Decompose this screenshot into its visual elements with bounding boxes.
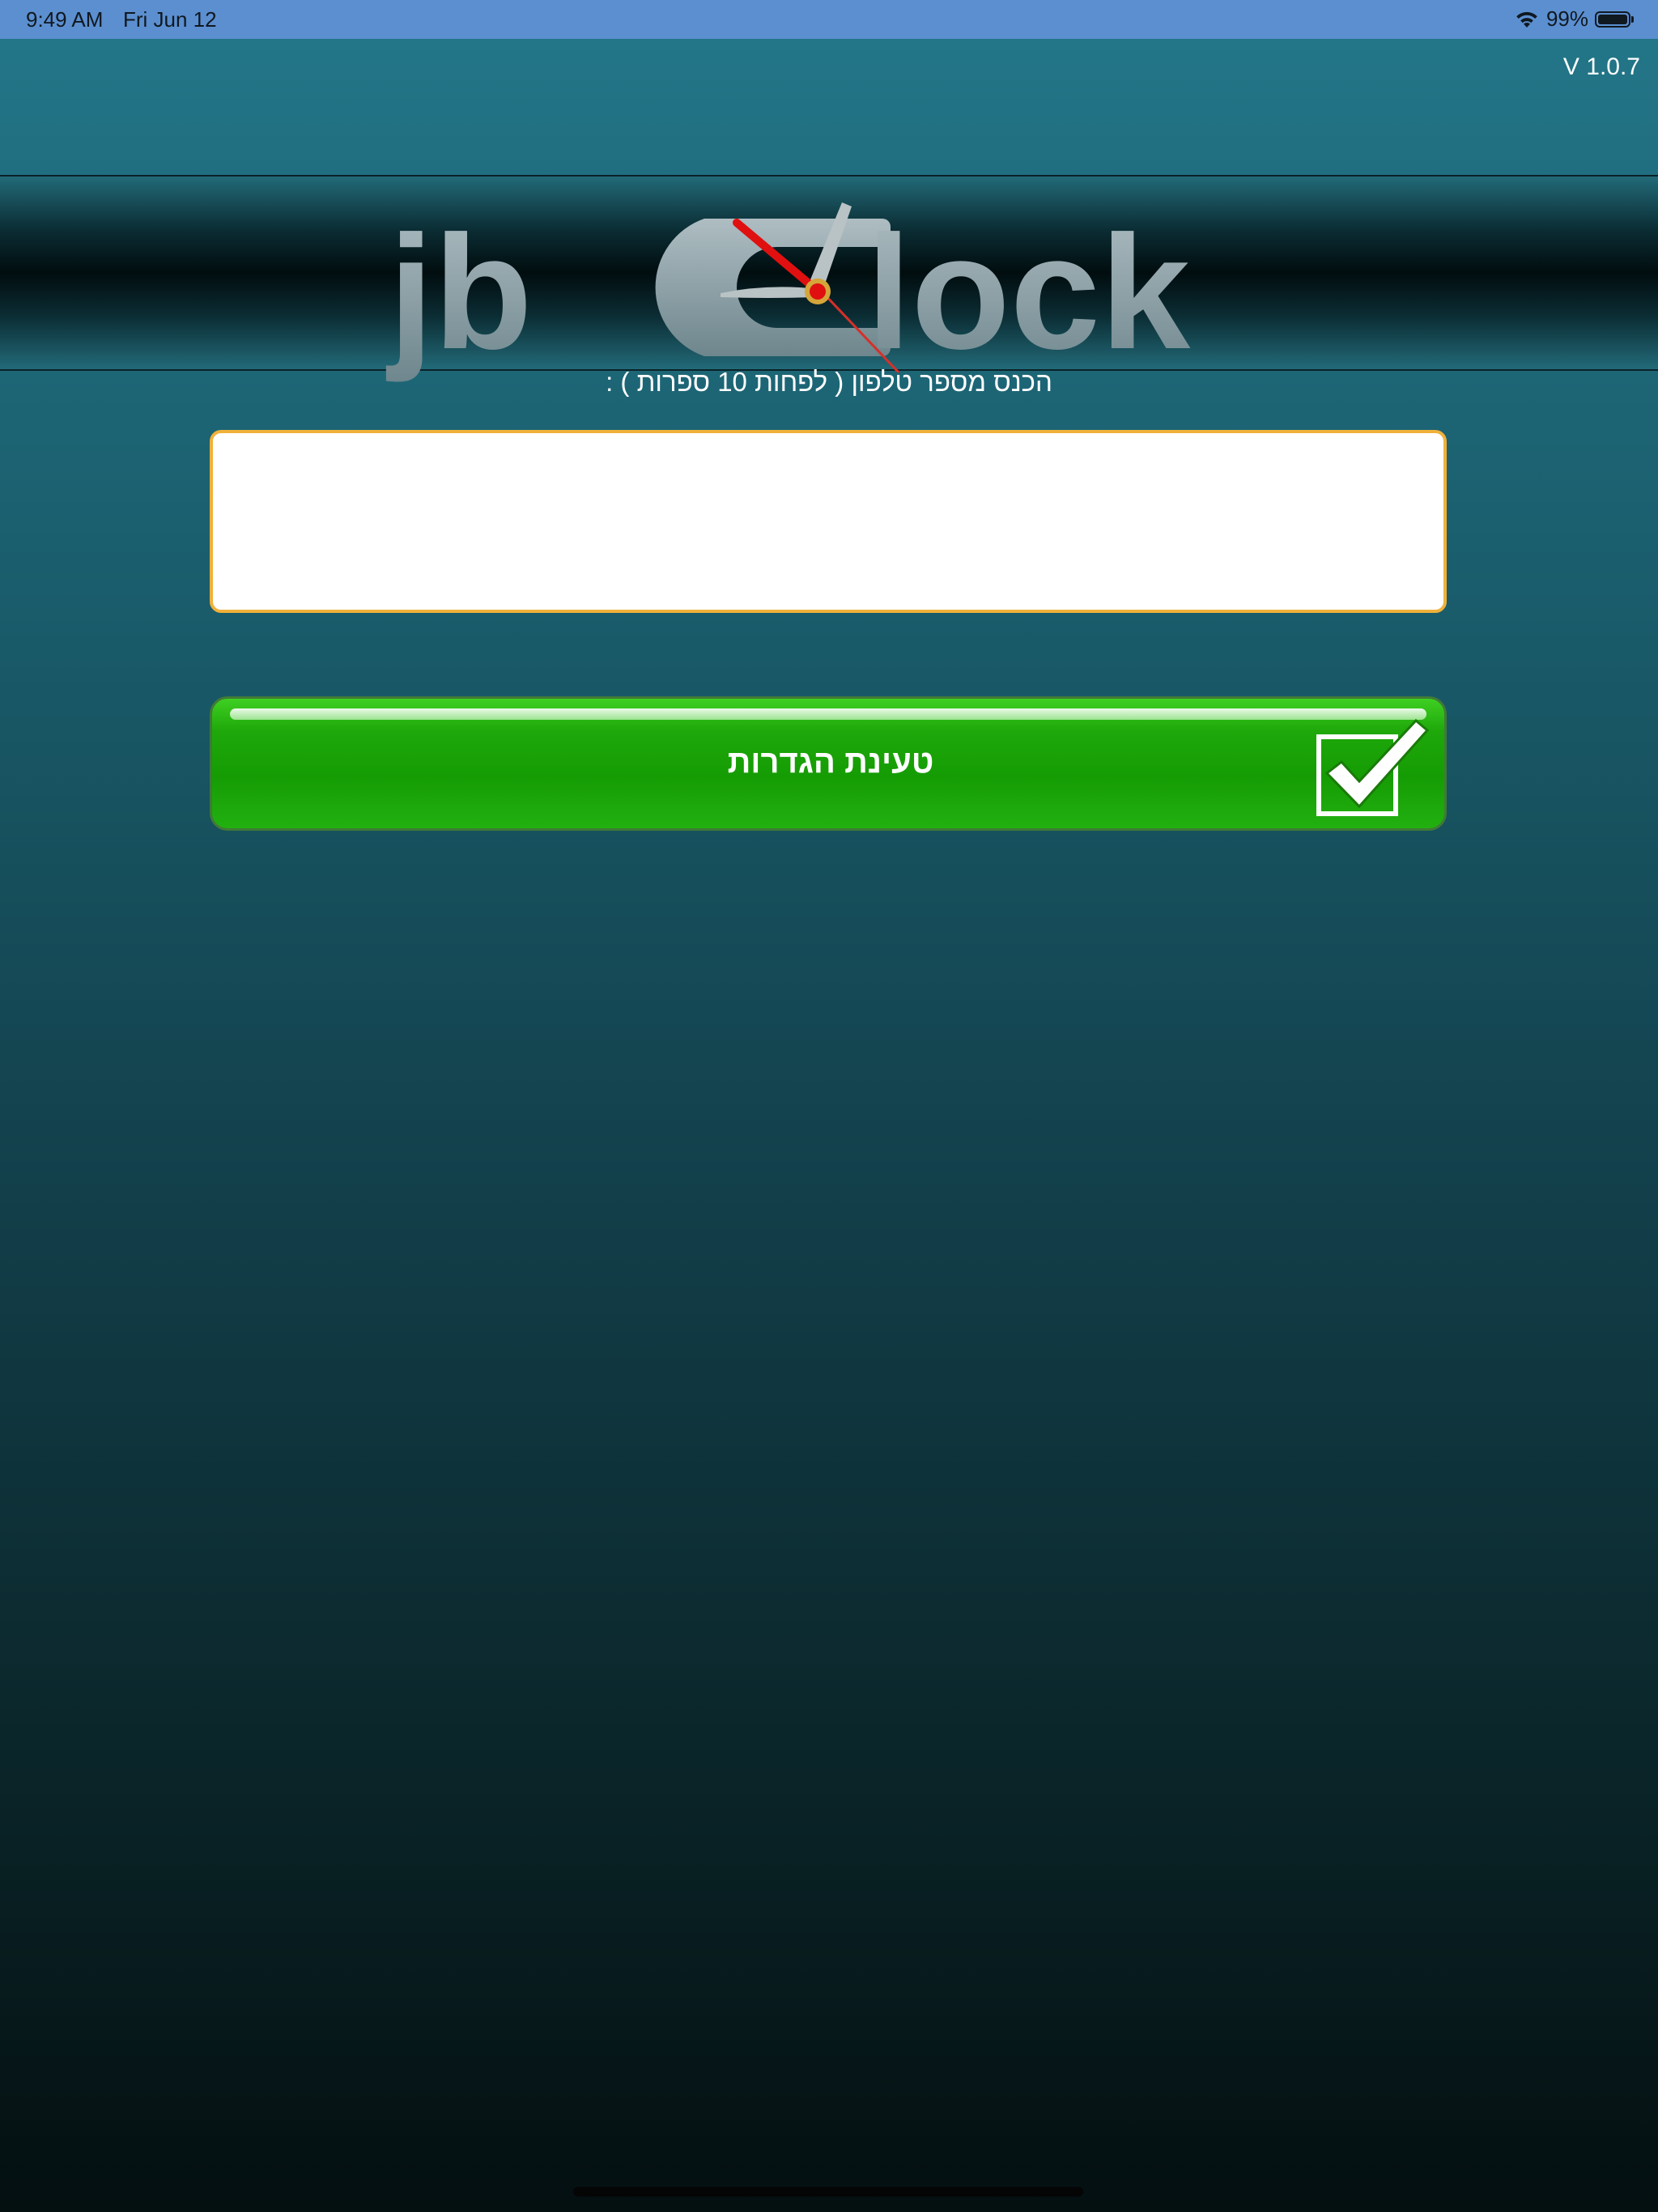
load-settings-label: טעינת הגדרות [727,744,934,780]
logo-text-left: jb [385,202,533,383]
phone-number-input[interactable] [210,430,1447,613]
home-indicator[interactable] [573,2187,1083,2197]
load-settings-button[interactable]: טעינת הגדרות [210,696,1447,831]
status-date: Fri Jun 12 [123,7,217,32]
version-label: V 1.0.7 [1562,53,1640,80]
wifi-icon [1516,11,1537,28]
status-bar: 9:49 AM Fri Jun 12 99% [0,0,1658,39]
phone-prompt-label: הכנס מספר טלפון ( לפחות 10 ספרות ) : [606,367,1052,397]
battery-icon [1595,11,1634,28]
checkbox-check-icon [1316,718,1430,816]
status-indicators: 99% [1514,6,1634,32]
button-gloss [230,708,1426,720]
logo-text-right: lock [866,202,1191,383]
jbclock-logo: jb lock [385,202,1191,383]
battery-percent: 99% [1545,6,1588,31]
status-time: 9:49 AM [26,7,104,32]
